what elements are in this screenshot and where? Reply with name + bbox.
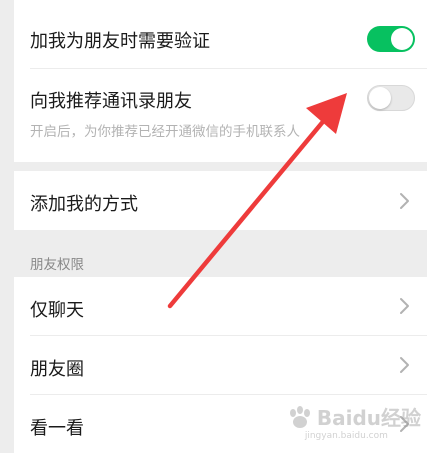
privacy-settings-screen: 加我为朋友时需要验证 向我推荐通讯录朋友 开启后，为你推荐已经开通微信的手机联系… <box>0 0 427 453</box>
red-arrow-icon <box>167 93 347 309</box>
